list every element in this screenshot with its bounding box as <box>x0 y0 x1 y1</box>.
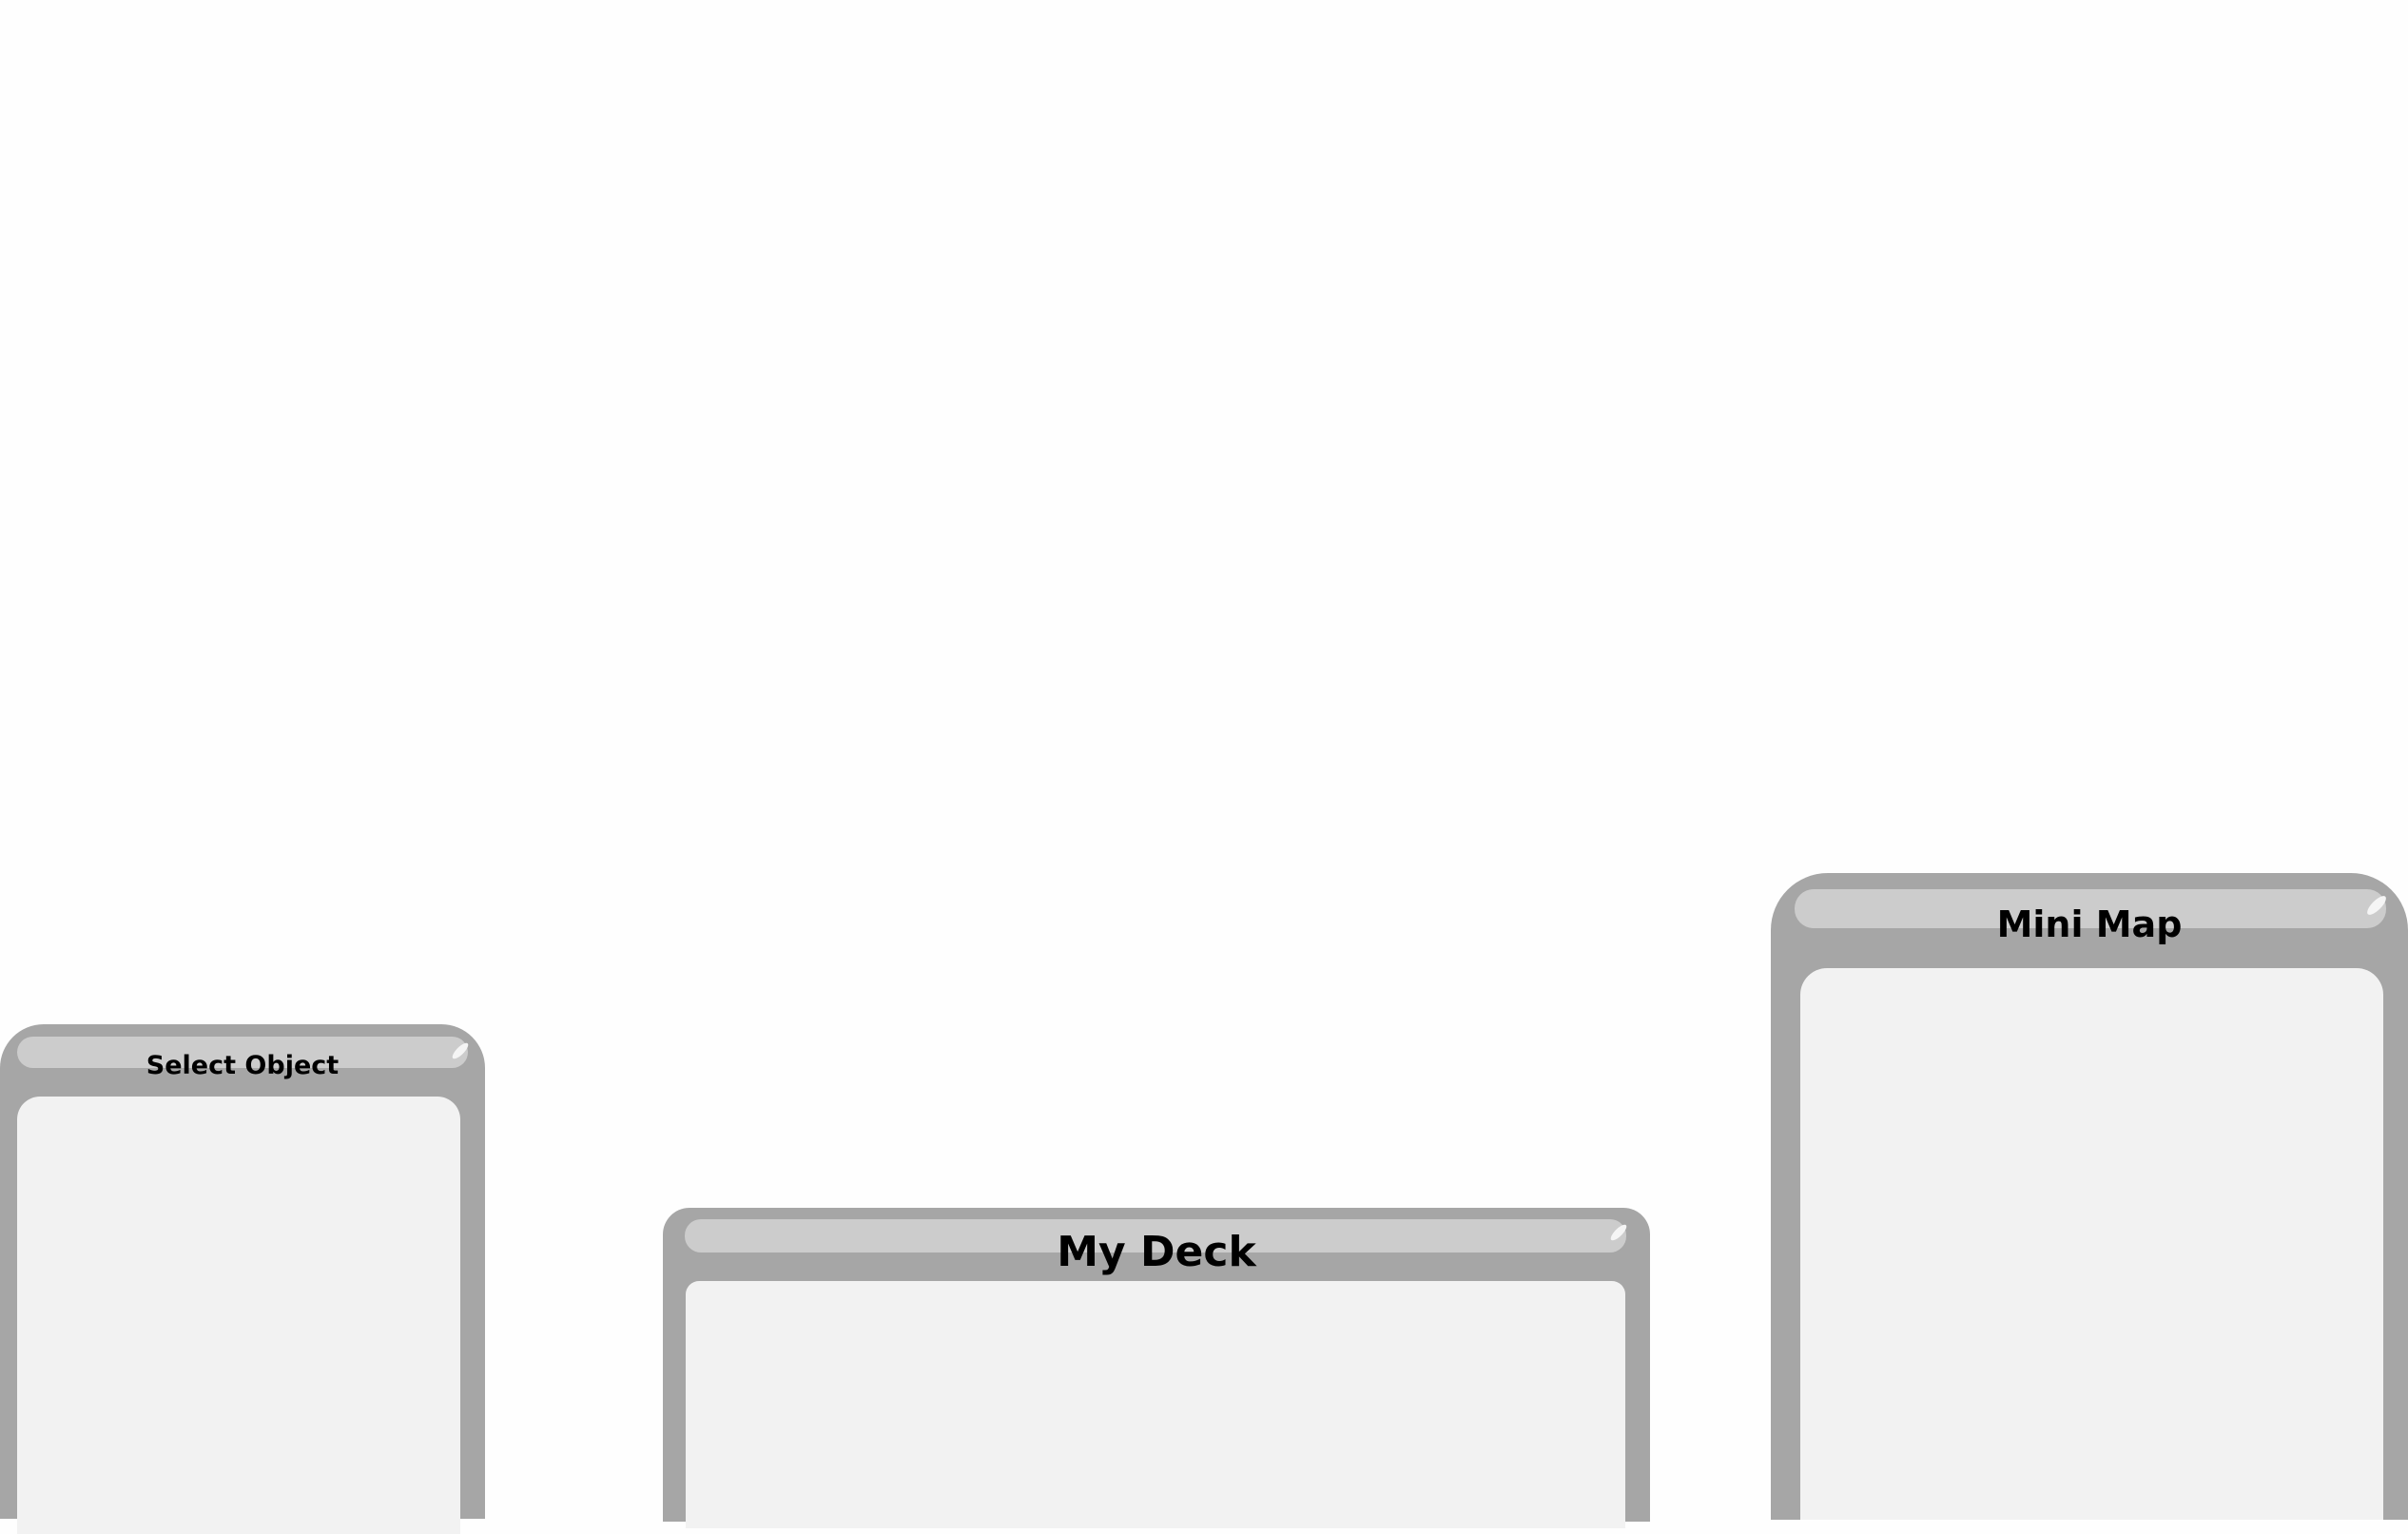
my-deck-content-area[interactable] <box>686 1281 1625 1528</box>
select-object-content-area[interactable] <box>17 1097 460 1534</box>
my-deck-panel: My Deck <box>663 1208 1650 1528</box>
mini-map-content-area[interactable] <box>1800 968 2383 1520</box>
select-object-title: Select Object <box>146 1051 340 1080</box>
select-object-panel: Select Object <box>0 1024 485 1534</box>
mini-map-title: Mini Map <box>1996 903 2183 945</box>
mini-map-panel: Mini Map <box>1771 873 2408 1520</box>
my-deck-title: My Deck <box>1057 1228 1256 1276</box>
